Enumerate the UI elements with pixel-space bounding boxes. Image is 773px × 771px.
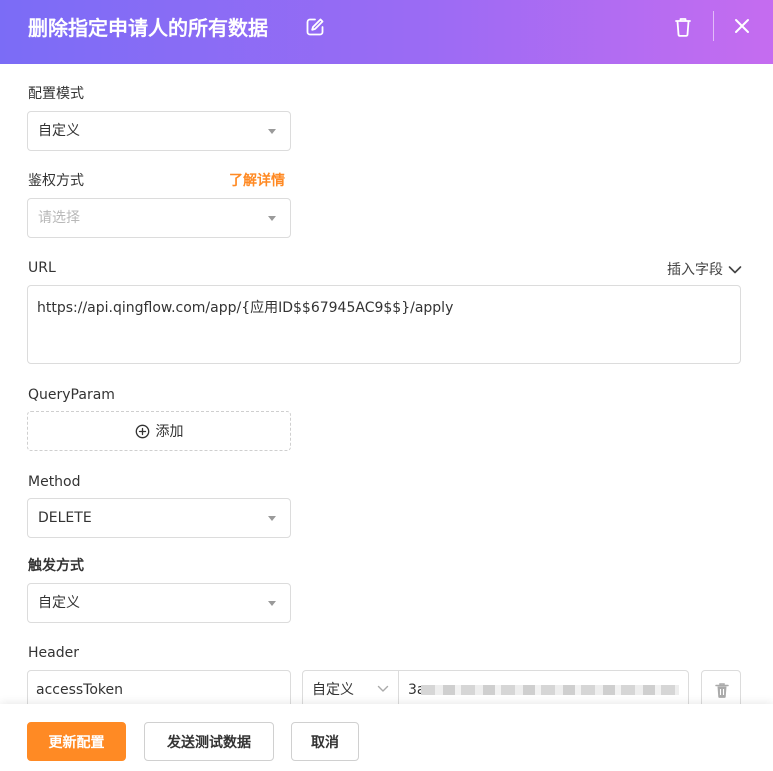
caret-down-icon bbox=[268, 216, 276, 221]
config-mode-label: 配置模式 bbox=[28, 86, 84, 102]
close-icon[interactable] bbox=[732, 16, 752, 36]
header-section-label: Header bbox=[28, 645, 79, 661]
dialog-header: 删除指定申请人的所有数据 bbox=[0, 0, 773, 64]
cancel-button[interactable]: 取消 bbox=[291, 722, 359, 761]
send-test-data-button[interactable]: 发送测试数据 bbox=[144, 722, 274, 761]
caret-down-icon bbox=[268, 601, 276, 606]
trash-icon[interactable] bbox=[672, 15, 694, 39]
insert-field-label: 插入字段 bbox=[667, 262, 723, 278]
url-label: URL bbox=[28, 260, 56, 276]
header-divider bbox=[713, 11, 714, 41]
caret-down-icon bbox=[268, 129, 276, 134]
learn-more-link[interactable]: 了解详情 bbox=[229, 171, 285, 191]
chevron-down-icon bbox=[377, 685, 389, 692]
method-value: DELETE bbox=[38, 510, 92, 526]
query-param-label: QueryParam bbox=[28, 387, 115, 403]
edit-icon[interactable] bbox=[304, 16, 326, 38]
header-type-value: 自定义 bbox=[312, 682, 354, 698]
config-mode-value: 自定义 bbox=[38, 123, 80, 139]
caret-down-icon bbox=[268, 516, 276, 521]
add-query-param-button[interactable]: 添加 bbox=[27, 411, 291, 451]
method-label: Method bbox=[28, 474, 81, 490]
dialog-footer: 更新配置 发送测试数据 取消 bbox=[0, 704, 773, 771]
trigger-method-select[interactable]: 自定义 bbox=[27, 583, 291, 623]
trigger-method-label: 触发方式 bbox=[28, 558, 84, 574]
add-query-param-label: 添加 bbox=[155, 424, 184, 440]
update-config-button[interactable]: 更新配置 bbox=[27, 722, 126, 761]
auth-method-label: 鉴权方式 bbox=[28, 173, 84, 189]
redacted-value bbox=[421, 685, 679, 695]
url-textarea[interactable]: https://api.qingflow.com/app/{应用ID$$6794… bbox=[27, 285, 741, 364]
chevron-down-icon bbox=[728, 266, 742, 274]
auth-method-placeholder: 请选择 bbox=[38, 210, 80, 226]
insert-field-button[interactable]: 插入字段 bbox=[667, 260, 742, 280]
dialog-title: 删除指定申请人的所有数据 bbox=[28, 16, 268, 40]
trigger-method-value: 自定义 bbox=[38, 595, 80, 611]
method-select[interactable]: DELETE bbox=[27, 498, 291, 538]
plus-circle-icon bbox=[135, 424, 149, 438]
auth-method-select[interactable]: 请选择 bbox=[27, 198, 291, 238]
config-mode-select[interactable]: 自定义 bbox=[27, 111, 291, 151]
trash-icon bbox=[715, 683, 729, 698]
